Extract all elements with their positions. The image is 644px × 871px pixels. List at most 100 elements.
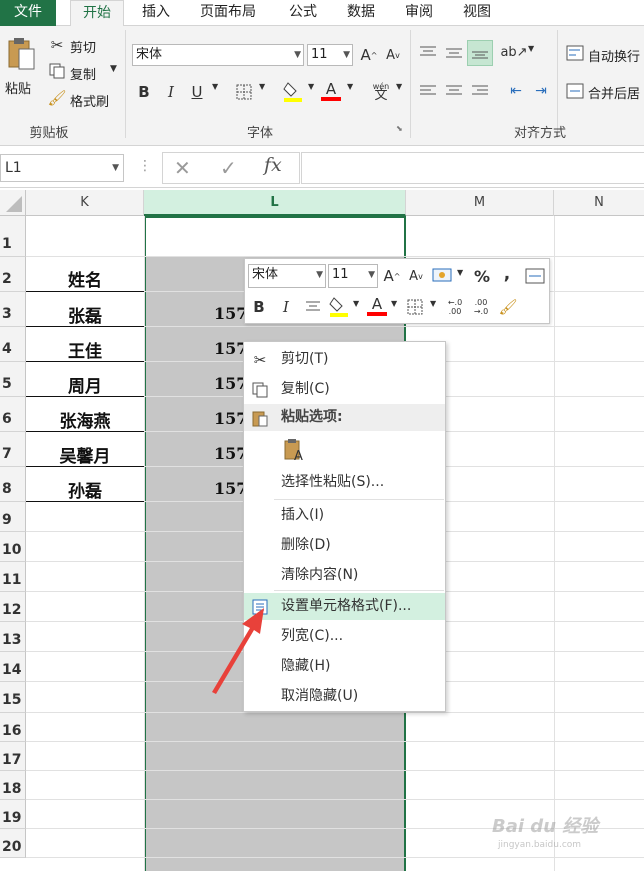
percent-icon[interactable]: %: [472, 265, 492, 287]
grow-font-icon[interactable]: A ^: [360, 44, 378, 66]
column-header-k[interactable]: K: [26, 190, 144, 216]
row-header[interactable]: 10: [0, 532, 26, 562]
chevron-down-icon[interactable]: ▼: [391, 299, 397, 308]
column-header-n[interactable]: N: [554, 190, 644, 216]
align-middle-icon[interactable]: [443, 42, 465, 62]
decrease-decimal-icon[interactable]: .00 →.0: [470, 295, 492, 319]
chevron-down-icon[interactable]: ▼: [430, 299, 436, 308]
row-header[interactable]: 2: [0, 257, 26, 292]
row-header[interactable]: 20: [0, 829, 26, 858]
font-size-box[interactable]: 11 ▼: [307, 44, 353, 66]
menu-item-insert[interactable]: 插入(I): [244, 502, 445, 529]
select-all-corner[interactable]: [0, 190, 26, 216]
column-header-l[interactable]: L: [144, 190, 406, 216]
wrap-text-button[interactable]: 自动换行: [588, 46, 640, 65]
row-header[interactable]: 15: [0, 682, 26, 713]
tab-home[interactable]: 开始: [70, 0, 124, 27]
align-left-icon[interactable]: [417, 81, 439, 101]
font-name-box[interactable]: 宋体 ▼: [132, 44, 304, 66]
align-top-icon[interactable]: [417, 42, 439, 62]
mini-font-color-icon[interactable]: A: [366, 294, 388, 318]
row-header[interactable]: 18: [0, 771, 26, 800]
increase-indent-icon[interactable]: ⇥: [530, 81, 552, 101]
bold-icon[interactable]: B: [135, 81, 153, 103]
fill-color-icon[interactable]: [282, 79, 304, 103]
tab-review[interactable]: 审阅: [398, 0, 440, 26]
menu-item-hide[interactable]: 隐藏(H): [244, 653, 445, 680]
copy-button[interactable]: 复制: [70, 64, 96, 83]
shrink-font-icon[interactable]: Av: [384, 44, 402, 66]
paste-text-only-icon[interactable]: A: [282, 437, 308, 463]
tab-formulas[interactable]: 公式: [282, 0, 324, 26]
chevron-down-icon[interactable]: ▼: [259, 82, 265, 91]
align-right-icon[interactable]: [469, 81, 491, 101]
decrease-indent-icon[interactable]: ⇤: [505, 81, 527, 101]
menu-item-copy[interactable]: 复制(C): [244, 376, 445, 403]
align-bottom-icon[interactable]: [467, 40, 493, 66]
mini-italic-icon[interactable]: I: [277, 296, 295, 318]
merge-center-button[interactable]: 合并后居: [588, 83, 640, 102]
row-header[interactable]: 1: [0, 216, 26, 257]
mini-font-size-box[interactable]: 11 ▼: [328, 264, 378, 288]
mini-font-name-box[interactable]: 宋体 ▼: [248, 264, 326, 288]
copy-icon[interactable]: [48, 62, 66, 80]
tab-data[interactable]: 数据: [340, 0, 382, 26]
chevron-down-icon[interactable]: ▼: [212, 82, 218, 91]
chevron-down-icon[interactable]: ▼: [528, 44, 534, 53]
chevron-down-icon[interactable]: ▼: [353, 299, 359, 308]
cell-k4[interactable]: 王佳: [26, 337, 144, 362]
chevron-down-icon[interactable]: ▼: [308, 82, 314, 91]
menu-item-format-cells[interactable]: 设置单元格格式(F)...: [244, 593, 445, 620]
increase-decimal-icon[interactable]: ←.0.00: [444, 295, 466, 319]
tab-file[interactable]: 文件: [0, 0, 56, 26]
cell-l3[interactable]: 157: [214, 304, 247, 323]
border-icon[interactable]: [234, 81, 254, 103]
row-header[interactable]: 3: [0, 292, 26, 327]
row-header[interactable]: 11: [0, 562, 26, 592]
cancel-icon[interactable]: ✕: [174, 156, 191, 180]
orientation-icon[interactable]: ab↗: [500, 42, 527, 62]
tab-view[interactable]: 视图: [456, 0, 498, 26]
format-painter-icon[interactable]: 🖌: [47, 89, 66, 107]
mini-center-icon[interactable]: [303, 296, 323, 318]
name-box[interactable]: L1 ▼: [0, 154, 124, 182]
tab-insert[interactable]: 插入: [136, 0, 176, 26]
format-painter-button[interactable]: 格式刷: [70, 91, 109, 110]
mini-format-painter-icon[interactable]: 🖌: [498, 296, 518, 318]
wrap-text-icon[interactable]: [566, 44, 584, 62]
row-header[interactable]: 14: [0, 652, 26, 682]
row-header[interactable]: 6: [0, 397, 26, 432]
column-header-m[interactable]: M: [406, 190, 554, 216]
menu-item-column-width[interactable]: 列宽(C)...: [244, 623, 445, 650]
cut-icon[interactable]: ✂: [48, 36, 66, 54]
menu-item-cut[interactable]: ✂ 剪切(T): [244, 346, 445, 373]
formula-input[interactable]: [301, 152, 644, 184]
chevron-down-icon[interactable]: ▼: [396, 82, 402, 91]
cell-k8[interactable]: 孙磊: [26, 477, 144, 502]
row-header[interactable]: 9: [0, 502, 26, 532]
cell-k7[interactable]: 吴馨月: [26, 442, 144, 467]
cell-k6[interactable]: 张海燕: [26, 407, 144, 432]
italic-icon[interactable]: I: [162, 81, 180, 103]
cell-k2[interactable]: 姓名: [26, 266, 144, 292]
row-header[interactable]: 19: [0, 800, 26, 829]
comma-style-icon[interactable]: ,: [500, 263, 514, 285]
row-header[interactable]: 12: [0, 592, 26, 622]
cut-button[interactable]: 剪切: [70, 37, 96, 56]
chevron-down-icon[interactable]: ▼: [347, 82, 353, 91]
menu-item-paste-special[interactable]: 选择性粘贴(S)...: [244, 469, 445, 496]
cell-k5[interactable]: 周月: [26, 372, 144, 397]
row-header[interactable]: 8: [0, 467, 26, 502]
shrink-font-icon[interactable]: Av: [407, 265, 425, 287]
row-header[interactable]: 17: [0, 742, 26, 771]
autofit-icon[interactable]: [524, 265, 546, 287]
merge-center-icon[interactable]: [566, 82, 584, 100]
number-format-icon[interactable]: [431, 265, 453, 287]
paste-icon[interactable]: [4, 34, 38, 74]
dialog-launcher-icon[interactable]: ⬊: [396, 124, 403, 133]
menu-item-delete[interactable]: 删除(D): [244, 532, 445, 559]
tab-page-layout[interactable]: 页面布局: [193, 0, 263, 26]
row-header[interactable]: 16: [0, 713, 26, 742]
mini-fill-color-icon[interactable]: [328, 294, 350, 318]
phonetic-icon[interactable]: wén 文: [370, 78, 392, 104]
